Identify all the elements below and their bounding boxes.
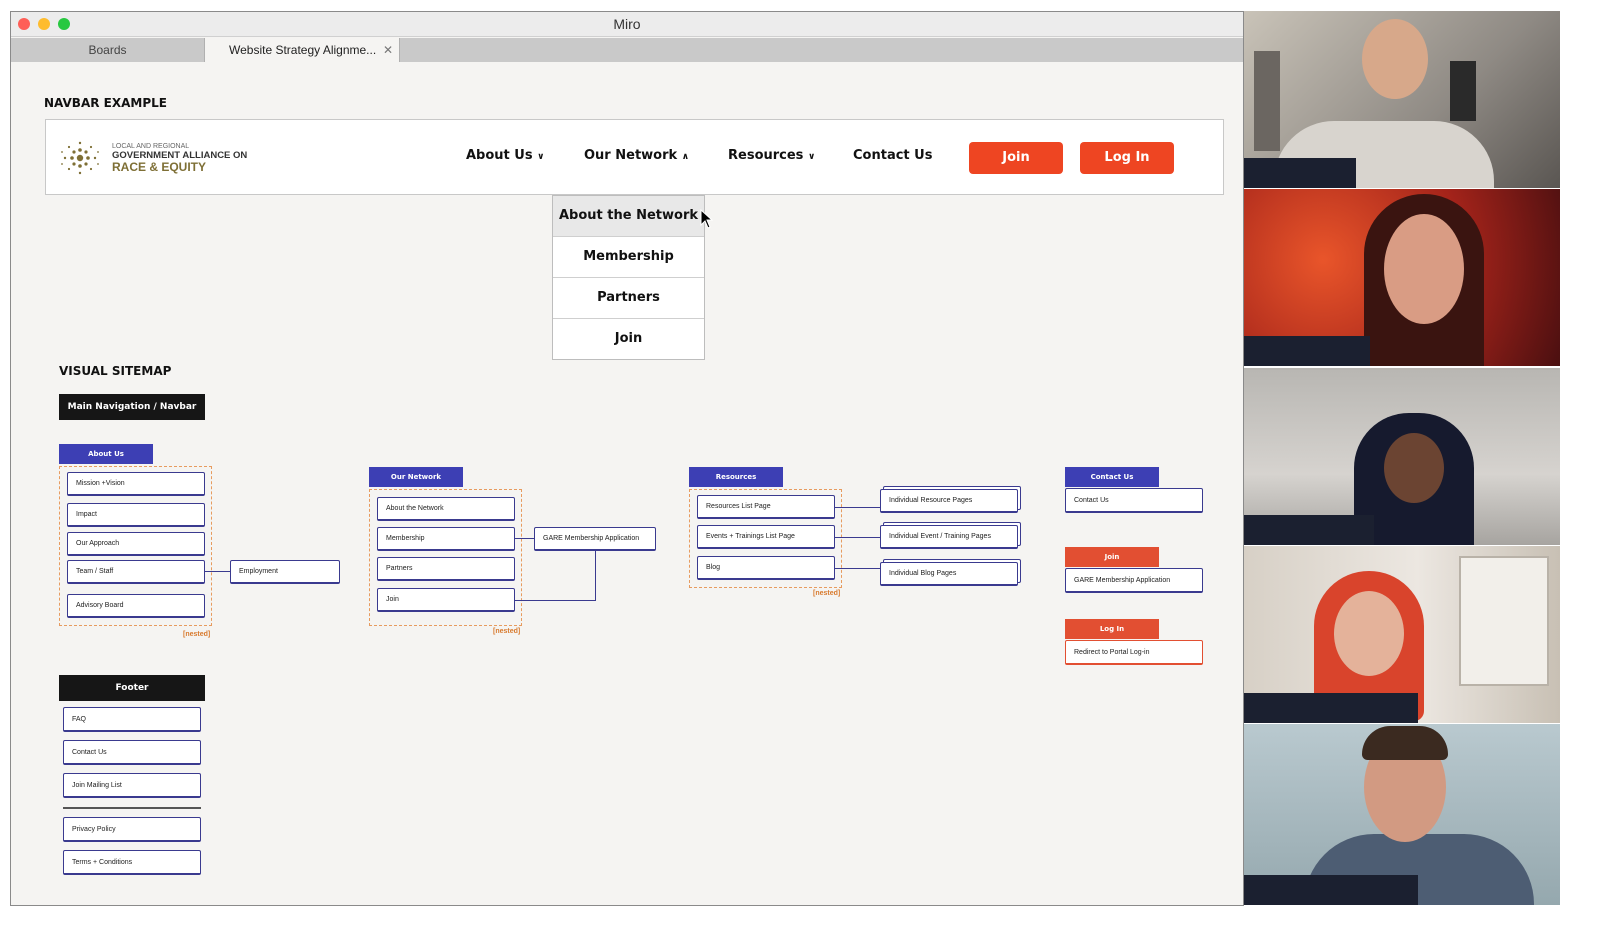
hair [1362, 726, 1448, 760]
face [1384, 433, 1444, 503]
window-blinds [1459, 556, 1549, 686]
mouse-cursor-icon [700, 209, 714, 229]
our-network-header: Our Network [369, 467, 463, 487]
connector-line [835, 568, 880, 569]
sitemap-node: Advisory Board [67, 594, 205, 618]
nested-label: [nested] [183, 631, 211, 638]
connector-line [835, 507, 880, 508]
dropdown-item-join[interactable]: Join [553, 319, 704, 359]
connector-line [515, 538, 534, 539]
contact-us-header: Contact Us [1065, 467, 1159, 487]
nav-resources-label: Resources [728, 148, 804, 163]
sitemap-node: Resources List Page [697, 495, 835, 519]
sitemap-node: Blog [697, 556, 835, 580]
nav-about-us[interactable]: About Us ∨ [466, 148, 544, 163]
video-tile-3[interactable] [1244, 368, 1560, 545]
connector-line [835, 537, 880, 538]
chevron-down-icon: ∨ [537, 152, 545, 162]
sitemap-node: Partners [377, 557, 515, 581]
sitemap-node-stack: Individual Blog Pages [880, 562, 1018, 586]
connector-line [515, 600, 595, 601]
participant-name-bar [1244, 158, 1356, 188]
navbar-example-heading: NAVBAR EXAMPLE [44, 96, 167, 110]
sitemap-node-join: GARE Membership Application [1065, 568, 1203, 593]
footer-header: Footer [59, 675, 205, 701]
participant-name-bar [1244, 693, 1418, 723]
close-tab-icon[interactable]: ✕ [383, 38, 393, 62]
sitemap-node-stack: Individual Resource Pages [880, 489, 1018, 513]
face [1384, 214, 1464, 324]
nested-label: [nested] [493, 628, 521, 635]
gare-logo-icon [61, 141, 99, 175]
join-button[interactable]: Join [969, 142, 1063, 174]
miro-window: Miro Boards Website Strategy Alignme... … [10, 11, 1244, 906]
nav-about-us-label: About Us [466, 148, 533, 163]
sitemap-node: Our Approach [67, 532, 205, 556]
face [1362, 19, 1428, 99]
video-tile-2[interactable] [1244, 189, 1560, 366]
logo-line-3: RACE & EQUITY [112, 160, 207, 174]
footer-node: Terms + Conditions [63, 850, 201, 875]
about-us-header: About Us [59, 444, 153, 464]
video-tile-1[interactable] [1244, 11, 1560, 188]
connector-line [205, 571, 230, 572]
wall-picture [1450, 61, 1476, 121]
sitemap-node-stack: Individual Event / Training Pages [880, 525, 1018, 549]
dropdown-item-partners[interactable]: Partners [553, 278, 704, 319]
nav-contact-us[interactable]: Contact Us [853, 148, 932, 163]
video-tile-5[interactable] [1244, 724, 1560, 905]
participant-name-bar [1244, 336, 1370, 366]
background-door [1254, 51, 1280, 151]
main-navigation-label: Main Navigation / Navbar [59, 394, 205, 420]
nav-our-network-label: Our Network [584, 148, 678, 163]
tab-website-strategy[interactable]: Website Strategy Alignme... ✕ [205, 38, 400, 62]
join-header: Join [1065, 547, 1159, 567]
resources-header: Resources [689, 467, 783, 487]
sitemap-node: Membership [377, 527, 515, 551]
sitemap-node-contact: Contact Us [1065, 488, 1203, 513]
sitemap-node-employment: Employment [230, 560, 340, 584]
our-network-dropdown: About the Network Membership Partners Jo… [552, 195, 705, 360]
login-header: Log In [1065, 619, 1159, 639]
sitemap-node-login: Redirect to Portal Log-in [1065, 640, 1203, 665]
sitemap-node: About the Network [377, 497, 515, 521]
visual-sitemap-heading: VISUAL SITEMAP [59, 364, 172, 378]
dropdown-item-about-network[interactable]: About the Network [553, 196, 704, 237]
connector-line [595, 551, 596, 601]
title-bar: Miro [11, 12, 1243, 37]
footer-node: Contact Us [63, 740, 201, 765]
video-tile-4[interactable] [1244, 546, 1560, 723]
tab-bar: Boards Website Strategy Alignme... ✕ [11, 38, 1243, 62]
footer-node: Join Mailing List [63, 773, 201, 798]
sitemap-node: Team / Staff [67, 560, 205, 584]
window-title: Miro [613, 16, 641, 32]
chevron-down-icon: ∨ [807, 152, 816, 162]
participant-name-bar [1244, 515, 1374, 545]
sitemap-node: Join [377, 588, 515, 612]
tab-boards[interactable]: Boards [11, 38, 205, 62]
chevron-up-icon: ∧ [681, 152, 689, 162]
footer-node: Privacy Policy [63, 817, 201, 842]
sitemap-node: Events + Trainings List Page [697, 525, 835, 549]
sitemap-node-gare-membership: GARE Membership Application [534, 527, 656, 551]
login-button[interactable]: Log In [1080, 142, 1174, 174]
sitemap-node: Impact [67, 503, 205, 527]
dropdown-item-membership[interactable]: Membership [553, 237, 704, 278]
tab-label: Website Strategy Alignme... [229, 43, 377, 57]
nested-label: [nested] [813, 590, 841, 597]
nav-resources[interactable]: Resources ∨ [728, 148, 815, 163]
face [1334, 591, 1404, 676]
footer-divider [63, 807, 201, 809]
nav-our-network[interactable]: Our Network ∧ [584, 148, 689, 163]
footer-node: FAQ [63, 707, 201, 732]
participant-name-bar [1244, 875, 1418, 905]
sitemap-node: Mission +Vision [67, 472, 205, 496]
navbar-example-frame: LOCAL AND REGIONAL GOVERNMENT ALLIANCE O… [45, 119, 1224, 195]
